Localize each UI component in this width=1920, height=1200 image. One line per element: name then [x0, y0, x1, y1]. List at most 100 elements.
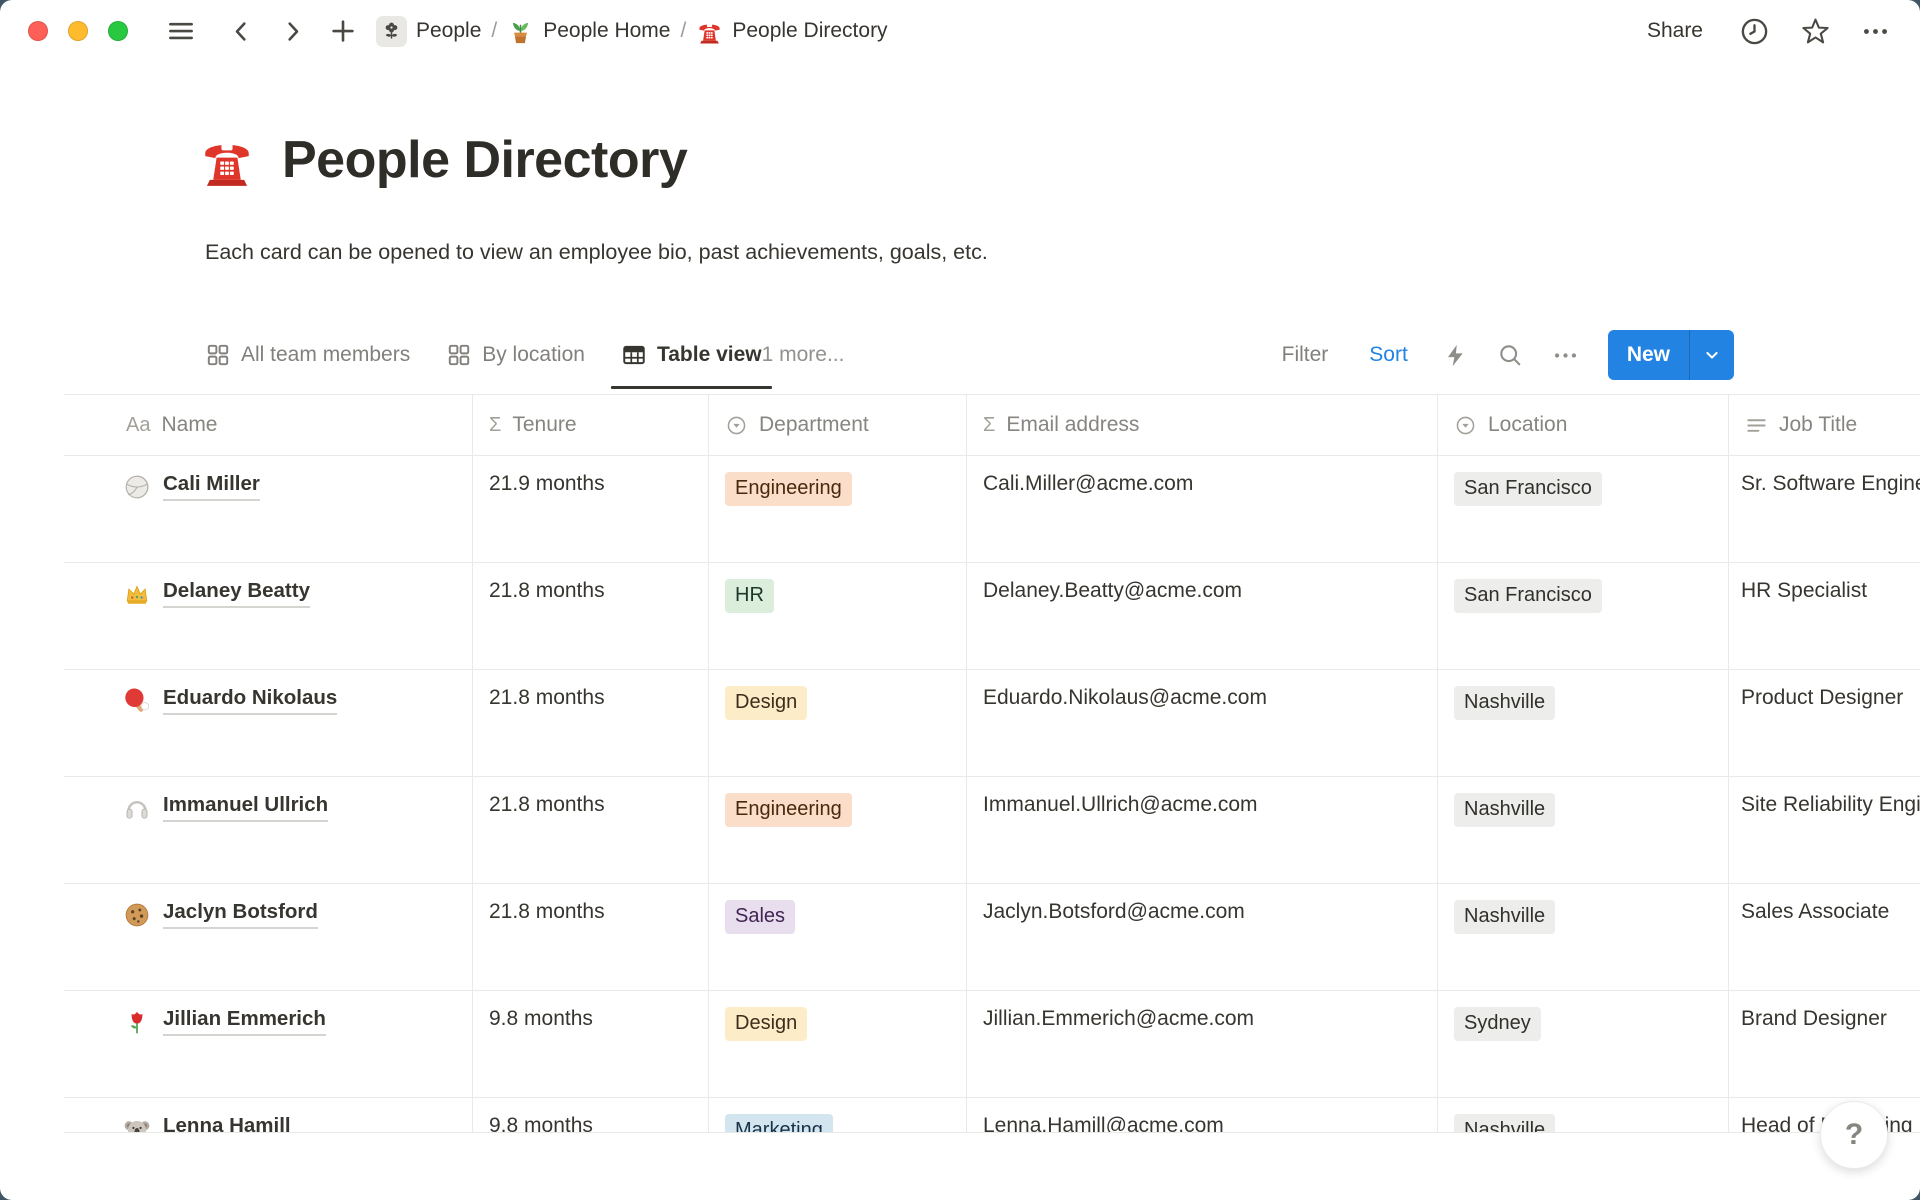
- column-header-email-address[interactable]: ΣEmail address: [967, 395, 1438, 455]
- location-cell[interactable]: Nashville: [1438, 670, 1729, 776]
- page-title[interactable]: People Directory: [282, 130, 687, 190]
- location-cell[interactable]: Nashville: [1438, 1098, 1729, 1133]
- help-button[interactable]: ?: [1820, 1101, 1888, 1169]
- tenure-cell[interactable]: 9.8 months: [473, 991, 709, 1097]
- view-tabs: All team members By location Table view: [205, 316, 762, 394]
- name-cell[interactable]: Lenna Hamill: [64, 1098, 473, 1133]
- tenure-cell[interactable]: 9.8 months: [473, 1098, 709, 1133]
- email-cell[interactable]: Jillian.Emmerich@acme.com: [967, 991, 1438, 1097]
- forward-icon[interactable]: [279, 18, 306, 45]
- tab-table-view[interactable]: Table view: [621, 316, 762, 394]
- column-header-name[interactable]: AaName: [64, 395, 473, 455]
- name-cell[interactable]: Delaney Beatty: [64, 563, 473, 669]
- job-title-cell[interactable]: Sr. Software Engineer: [1729, 456, 1920, 562]
- job-title-cell[interactable]: Sales Associate: [1729, 884, 1920, 990]
- new-button[interactable]: New: [1608, 330, 1734, 380]
- new-button-label[interactable]: New: [1608, 330, 1689, 380]
- location-cell[interactable]: San Francisco: [1438, 456, 1729, 562]
- red-phone-icon[interactable]: [198, 131, 256, 189]
- table-row-eduardo-nikolaus: Eduardo Nikolaus 21.8 monthsDesignEduardo…: [64, 670, 1920, 777]
- name-cell[interactable]: Jillian Emmerich: [64, 991, 473, 1097]
- department-cell[interactable]: Engineering: [709, 777, 967, 883]
- department-cell[interactable]: Sales: [709, 884, 967, 990]
- location-cell[interactable]: San Francisco: [1438, 563, 1729, 669]
- location-cell[interactable]: Sydney: [1438, 991, 1729, 1097]
- tenure-cell[interactable]: 21.8 months: [473, 670, 709, 776]
- tab-by-location[interactable]: By location: [446, 316, 585, 394]
- job-title-cell[interactable]: Product Designer: [1729, 670, 1920, 776]
- breadcrumb-item-people-directory[interactable]: People Directory: [696, 18, 887, 45]
- column-header-location[interactable]: Location: [1438, 395, 1729, 455]
- zoom-window-button[interactable]: [108, 21, 128, 41]
- headphones-icon: [124, 795, 150, 821]
- email-cell[interactable]: Jaclyn.Botsford@acme.com: [967, 884, 1438, 990]
- more-views-button[interactable]: 1 more...: [762, 343, 845, 367]
- share-button[interactable]: Share: [1641, 18, 1709, 44]
- ping-pong-icon: [124, 688, 150, 714]
- lightning-icon[interactable]: [1443, 343, 1468, 368]
- view-settings-icon[interactable]: [1552, 342, 1579, 369]
- column-header-tenure[interactable]: ΣTenure: [473, 395, 709, 455]
- person-page-link[interactable]: Jaclyn Botsford: [163, 900, 318, 929]
- filter-button[interactable]: Filter: [1276, 342, 1335, 368]
- breadcrumb-label: People: [416, 19, 481, 43]
- person-page-link[interactable]: Lenna Hamill: [163, 1114, 291, 1133]
- name-cell[interactable]: Jaclyn Botsford: [64, 884, 473, 990]
- workspace-icon-box: [376, 16, 407, 47]
- location-cell[interactable]: Nashville: [1438, 777, 1729, 883]
- tenure-cell[interactable]: 21.8 months: [473, 563, 709, 669]
- name-cell[interactable]: Eduardo Nikolaus: [64, 670, 473, 776]
- person-page-link[interactable]: Cali Miller: [163, 472, 260, 501]
- tenure-cell[interactable]: 21.9 months: [473, 456, 709, 562]
- department-tag: Design: [725, 1007, 807, 1041]
- page-description[interactable]: Each card can be opened to view an emplo…: [205, 240, 988, 265]
- sidebar-toggle-icon[interactable]: [166, 16, 196, 46]
- tab-all-team-members[interactable]: All team members: [205, 316, 410, 394]
- name-cell[interactable]: Cali Miller: [64, 456, 473, 562]
- column-header-department[interactable]: Department: [709, 395, 967, 455]
- department-cell[interactable]: Marketing: [709, 1098, 967, 1133]
- favorite-star-icon[interactable]: [1800, 16, 1831, 47]
- new-dropdown-button[interactable]: [1689, 330, 1734, 380]
- formula-icon: Σ: [983, 414, 995, 437]
- column-header-job-title[interactable]: Job Title: [1729, 395, 1920, 455]
- email-cell[interactable]: Eduardo.Nikolaus@acme.com: [967, 670, 1438, 776]
- minimize-window-button[interactable]: [68, 21, 88, 41]
- search-icon[interactable]: [1497, 342, 1523, 368]
- column-header-label: Location: [1488, 413, 1567, 437]
- new-page-icon[interactable]: [328, 16, 358, 46]
- job-title-cell[interactable]: Site Reliability Engineer: [1729, 777, 1920, 883]
- close-window-button[interactable]: [28, 21, 48, 41]
- email-cell[interactable]: Immanuel.Ullrich@acme.com: [967, 777, 1438, 883]
- department-cell[interactable]: Design: [709, 991, 967, 1097]
- email-cell[interactable]: Delaney.Beatty@acme.com: [967, 563, 1438, 669]
- department-cell[interactable]: HR: [709, 563, 967, 669]
- back-icon[interactable]: [228, 18, 255, 45]
- department-cell[interactable]: Design: [709, 670, 967, 776]
- person-page-link[interactable]: Jillian Emmerich: [163, 1007, 326, 1036]
- history-clock-icon[interactable]: [1739, 16, 1770, 47]
- breadcrumb-item-people-home[interactable]: People Home: [507, 18, 670, 45]
- person-page-link[interactable]: Immanuel Ullrich: [163, 793, 328, 822]
- sort-button[interactable]: Sort: [1363, 342, 1414, 368]
- job-title-cell[interactable]: HR Specialist: [1729, 563, 1920, 669]
- more-options-icon[interactable]: [1861, 17, 1890, 46]
- job-title-cell[interactable]: Brand Designer: [1729, 991, 1920, 1097]
- table-header-row: AaNameΣTenureDepartmentΣEmail address Loc…: [64, 395, 1920, 456]
- table-row-jillian-emmerich: Jillian Emmerich 9.8 months Design Jillian.…: [64, 991, 1920, 1098]
- tenure-cell[interactable]: 21.8 months: [473, 884, 709, 990]
- name-cell[interactable]: Immanuel Ullrich: [64, 777, 473, 883]
- breadcrumb-item-people[interactable]: People: [376, 16, 481, 47]
- location-cell[interactable]: Nashville: [1438, 884, 1729, 990]
- column-header-label: Name: [161, 413, 217, 437]
- department-cell[interactable]: Engineering: [709, 456, 967, 562]
- email-cell[interactable]: Cali.Miller@acme.com: [967, 456, 1438, 562]
- people-table: AaNameΣTenureDepartmentΣEmail address Loc…: [64, 394, 1920, 1133]
- person-page-link[interactable]: Eduardo Nikolaus: [163, 686, 337, 715]
- location-tag: Nashville: [1454, 1114, 1555, 1133]
- email-cell[interactable]: Lenna.Hamill@acme.com: [967, 1098, 1438, 1133]
- tenure-cell[interactable]: 21.8 months: [473, 777, 709, 883]
- person-page-link[interactable]: Delaney Beatty: [163, 579, 310, 608]
- chevron-down-icon: [1701, 344, 1723, 366]
- table-row-cali-miller: Cali Miller 21.9 monthsEngineeringCali.Mi…: [64, 456, 1920, 563]
